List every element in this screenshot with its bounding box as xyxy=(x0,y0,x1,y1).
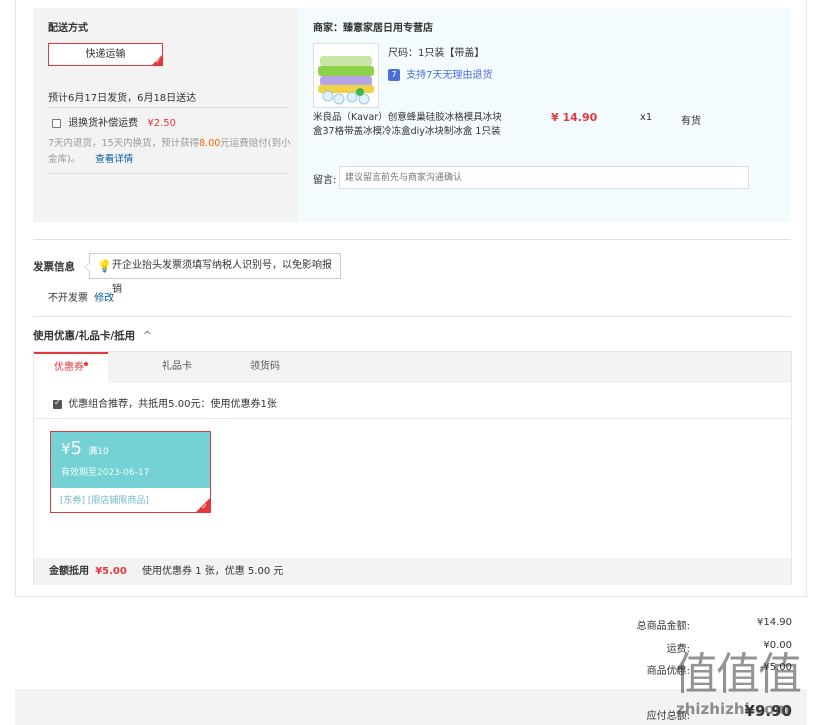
product-image[interactable] xyxy=(313,43,379,108)
collapse-chevron-icon[interactable]: ^ xyxy=(143,330,152,342)
product-spec: 尺码：1只装【带盖】 xyxy=(388,48,485,59)
recommend-option[interactable]: 优惠组合推荐，共抵用5.00元：使用优惠券1张 xyxy=(53,395,277,410)
recommend-text: 优惠组合推荐，共抵用5.00元：使用优惠券1张 xyxy=(68,399,277,410)
refund-policy-icon: 7 xyxy=(388,69,400,81)
tab-coupons-label: 优惠券 xyxy=(54,362,84,373)
insurance-desc-suffix: 元运费赔付(到小 xyxy=(220,138,291,149)
coupon-summary: 金额抵用 ¥5.00 使用优惠券 1 张，优惠 5.00 元 xyxy=(34,558,791,585)
check-icon: ✓ xyxy=(155,57,161,65)
product-title-line1: 米良品（Kavar）创意蜂巢硅胶冰格模具冰块 xyxy=(313,112,502,123)
ice-tray-illustration xyxy=(314,44,378,107)
summary-amount: ¥5.00 xyxy=(95,566,127,577)
coupon-amount: 5 xyxy=(70,438,82,459)
insurance-row: 退换货补偿运费 ¥2.50 xyxy=(52,114,176,129)
product-title-line2: 盒37格带盖冰模冷冻盒diy冰块制冰盒 1只装 xyxy=(313,126,501,137)
goods-total-label: 总商品金额: xyxy=(636,621,690,632)
coupon-amount-row: ¥5 满10 xyxy=(61,438,109,459)
product-title[interactable]: 米良品（Kavar）创意蜂巢硅胶冰格模具冰块 盒37格带盖冰模冷冻盒diy冰块制… xyxy=(313,111,513,139)
product-quantity: x1 xyxy=(640,112,653,123)
summary-suffix: 使用优惠券 1 张，优惠 5.00 元 xyxy=(142,566,284,577)
stock-status: 有货 xyxy=(681,116,701,127)
shipping-method-label: 快递运输 xyxy=(85,49,126,60)
insurance-description: 7天内退货，15天内换货，预计获得8.00元运费赔付(到小 金库)。 查看详情 xyxy=(48,136,293,168)
section-divider xyxy=(33,316,791,317)
site-watermark: 值值值 zhizhizhi.com xyxy=(668,638,822,725)
insurance-checkbox[interactable] xyxy=(52,118,61,128)
watermark-logo: 值值值 xyxy=(674,649,802,700)
insurance-price: ¥2.50 xyxy=(147,118,177,129)
lightbulb-icon: 💡 xyxy=(97,259,112,273)
remark-input[interactable] xyxy=(339,166,749,189)
insurance-desc-prefix: 7天内退货，15天内换货，预计获得 xyxy=(48,138,200,149)
coupon-tabs: 优惠券 礼品卡 领货码 xyxy=(34,352,791,383)
invoice-label: 发票信息 xyxy=(33,261,75,273)
shop-name[interactable]: 臻意家居日用专营店 xyxy=(343,23,433,34)
coupon-currency: ¥ xyxy=(61,440,71,458)
insurance-desc-line2: 金库)。 xyxy=(48,154,81,165)
invoice-status: 不开发票 xyxy=(48,293,88,304)
divider xyxy=(48,173,288,174)
delivery-label: 配送方式 xyxy=(48,23,88,34)
check-icon: ✓ xyxy=(201,502,208,511)
divider xyxy=(48,107,288,108)
coupon-heading[interactable]: 使用优惠/礼品卡/抵用 ^ xyxy=(33,328,152,343)
invoice-status-row: 不开发票 修改 xyxy=(48,289,114,304)
coupon-condition: 满10 xyxy=(88,447,109,457)
tab-coupons[interactable]: 优惠券 xyxy=(34,352,108,383)
delivery-eta: 预计6月17日发货，6月18日送达 xyxy=(48,93,197,104)
tab-redeem-code[interactable]: 领货码 xyxy=(228,352,302,383)
view-details-link[interactable]: 查看详情 xyxy=(95,154,133,165)
goods-total-value: ¥14.90 xyxy=(757,617,792,628)
invoice-tip: 💡 开企业抬头发票须填写纳税人识别号，以免影响报销 xyxy=(84,253,341,295)
shop-name-row: 商家：臻意家居日用专营店 xyxy=(313,19,433,34)
section-divider xyxy=(33,239,791,240)
insurance-amount: 8.00 xyxy=(199,138,221,149)
modify-invoice-link[interactable]: 修改 xyxy=(94,293,114,304)
recommend-row: 优惠组合推荐，共抵用5.00元：使用优惠券1张 xyxy=(34,383,791,419)
recommend-checkbox[interactable] xyxy=(53,398,62,409)
refund-text: 支持7天无理由退货 xyxy=(406,70,493,81)
product-price: ¥ 14.90 xyxy=(551,111,598,124)
coupon-expiry: 有效期至2023-06-17 xyxy=(61,468,150,478)
shop-name-label: 商家： xyxy=(313,23,343,34)
coupon-card-top: ¥5 满10 有效期至2023-06-17 xyxy=(51,432,210,488)
express-shipping-option[interactable]: 快递运输 ✓ xyxy=(48,43,163,66)
coupon-tags: [东券] [限店铺限商品] xyxy=(60,496,149,506)
new-dot-icon xyxy=(84,362,88,366)
summary-prefix: 金额抵用 xyxy=(49,566,89,577)
tab-gift-card[interactable]: 礼品卡 xyxy=(140,352,214,383)
insurance-label: 退换货补偿运费 xyxy=(68,118,139,129)
coupon-heading-label: 使用优惠/礼品卡/抵用 xyxy=(33,330,136,342)
refund-support: 7 支持7天无理由退货 xyxy=(388,66,493,81)
coupon-card[interactable]: ¥5 满10 有效期至2023-06-17 [东券] [限店铺限商品] ✓ xyxy=(50,431,211,513)
remark-label: 留言: xyxy=(313,175,337,186)
watermark-url: zhizhizhi.com xyxy=(676,700,791,718)
